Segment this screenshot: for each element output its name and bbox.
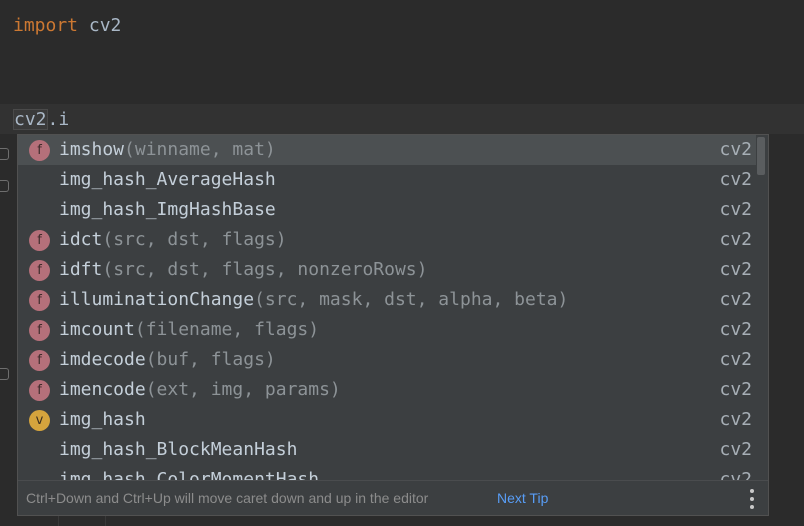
function-icon: f xyxy=(29,350,50,371)
completion-item-name: img_hash_AverageHash xyxy=(59,165,276,195)
completion-item-params: (buf, flags) xyxy=(145,349,276,370)
completion-item-name: img_hash xyxy=(59,405,146,435)
completion-item-name: imshow(winname, mat) xyxy=(59,135,276,165)
scrollbar-thumb[interactable] xyxy=(757,137,765,175)
completion-item[interactable]: f imshow(winname, mat) cv2 xyxy=(18,135,758,165)
function-icon: f xyxy=(29,230,50,251)
completion-item[interactable]: img_hash_BlockMeanHash cv2 xyxy=(18,435,758,465)
completion-item-type: cv2 xyxy=(719,169,752,190)
function-icon: f xyxy=(29,290,50,311)
completion-item[interactable]: f imcount(filename, flags) cv2 xyxy=(18,315,758,345)
completion-item-type: cv2 xyxy=(719,439,752,460)
completion-item-identifier: illuminationChange xyxy=(59,289,255,310)
completion-item-params: (src, mask, dst, alpha, beta) xyxy=(254,289,569,310)
function-icon: f xyxy=(29,140,50,161)
typed-suffix: .i xyxy=(47,109,70,130)
completion-item-name: idft(src, dst, flags, nonzeroRows) xyxy=(59,255,427,285)
completion-item-identifier: imencode xyxy=(59,379,146,400)
completion-item-name: illuminationChange(src, mask, dst, alpha… xyxy=(59,285,568,315)
completion-item-type: cv2 xyxy=(719,139,752,160)
completion-footer: Ctrl+Down and Ctrl+Up will move caret do… xyxy=(18,480,768,515)
fold-marker[interactable] xyxy=(0,368,9,380)
completion-item-name: img_hash_BlockMeanHash xyxy=(59,435,297,465)
completion-item-params: (filename, flags) xyxy=(134,319,320,340)
variable-icon: v xyxy=(29,410,50,431)
completion-item-type: cv2 xyxy=(719,229,752,250)
completion-item-identifier: idct xyxy=(59,229,103,250)
completion-item[interactable]: f illuminationChange(src, mask, dst, alph… xyxy=(18,285,758,315)
completion-item-type: cv2 xyxy=(719,469,752,480)
completion-item-identifier: idft xyxy=(59,259,103,280)
current-line-highlight xyxy=(0,104,804,134)
completion-item-type: cv2 xyxy=(719,379,752,400)
completion-item-name: idct(src, dst, flags) xyxy=(59,225,287,255)
completion-item-params: (winname, mat) xyxy=(124,139,276,160)
tip-text: Ctrl+Down and Ctrl+Up will move caret do… xyxy=(26,490,429,506)
completion-item[interactable]: f idct(src, dst, flags) cv2 xyxy=(18,225,758,255)
code-editor[interactable]: import cv2 cv2.i f imshow(winname, mat) cv… xyxy=(0,0,804,526)
completion-item-type: cv2 xyxy=(719,319,752,340)
function-icon: f xyxy=(29,320,50,341)
completion-item-type: cv2 xyxy=(719,409,752,430)
completion-item-params: (ext, img, params) xyxy=(145,379,341,400)
completion-item-identifier: imcount xyxy=(59,319,135,340)
function-icon: f xyxy=(29,260,50,281)
more-options-icon[interactable] xyxy=(750,489,754,509)
completion-item-name: imdecode(buf, flags) xyxy=(59,345,276,375)
next-tip-link[interactable]: Next Tip xyxy=(497,481,548,515)
fold-marker[interactable] xyxy=(0,180,9,192)
completion-item-identifier: img_hash xyxy=(59,409,146,430)
completion-item[interactable]: f idft(src, dst, flags, nonzeroRows) cv2 xyxy=(18,255,758,285)
completion-item-identifier: imshow xyxy=(59,139,125,160)
completion-item-type: cv2 xyxy=(719,199,752,220)
completion-item-identifier: img_hash_AverageHash xyxy=(59,169,276,190)
completion-item-type: cv2 xyxy=(719,259,752,280)
function-icon: f xyxy=(29,380,50,401)
completion-item[interactable]: img_hash_ColorMomentHash cv2 xyxy=(18,465,758,480)
completion-item[interactable]: f imencode(ext, img, params) cv2 xyxy=(18,375,758,405)
completion-item-identifier: img_hash_BlockMeanHash xyxy=(59,439,298,460)
completion-item-identifier: img_hash_ImgHashBase xyxy=(59,199,276,220)
completion-item-name: imencode(ext, img, params) xyxy=(59,375,341,405)
identifier-highlight: cv2 xyxy=(13,109,48,130)
completion-item-type: cv2 xyxy=(719,349,752,370)
completion-item[interactable]: v img_hash cv2 xyxy=(18,405,758,435)
module-name: cv2 xyxy=(88,15,122,36)
completion-list[interactable]: f imshow(winname, mat) cv2 img_hash_Average… xyxy=(18,135,758,480)
completion-item-params: (src, dst, flags) xyxy=(102,229,287,250)
completion-item[interactable]: img_hash_ImgHashBase cv2 xyxy=(18,195,758,225)
import-keyword: import xyxy=(13,15,79,36)
completion-item-name: imcount(filename, flags) xyxy=(59,315,319,345)
completion-item[interactable]: f imdecode(buf, flags) cv2 xyxy=(18,345,758,375)
completion-item-name: img_hash_ImgHashBase xyxy=(59,195,276,225)
fold-marker[interactable] xyxy=(0,148,9,160)
code-completion-popup[interactable]: f imshow(winname, mat) cv2 img_hash_Average… xyxy=(17,134,769,516)
completion-item-identifier: img_hash_ColorMomentHash xyxy=(59,469,320,480)
completion-item-name: img_hash_ColorMomentHash xyxy=(59,465,319,480)
completion-item[interactable]: img_hash_AverageHash cv2 xyxy=(18,165,758,195)
completion-item-params: (src, dst, flags, nonzeroRows) xyxy=(102,259,428,280)
code-line-current[interactable]: cv2.i xyxy=(13,109,69,131)
completion-item-identifier: imdecode xyxy=(59,349,146,370)
completion-item-type: cv2 xyxy=(719,289,752,310)
completion-scrollbar[interactable] xyxy=(756,135,768,480)
code-line-import[interactable]: import cv2 xyxy=(13,15,121,37)
